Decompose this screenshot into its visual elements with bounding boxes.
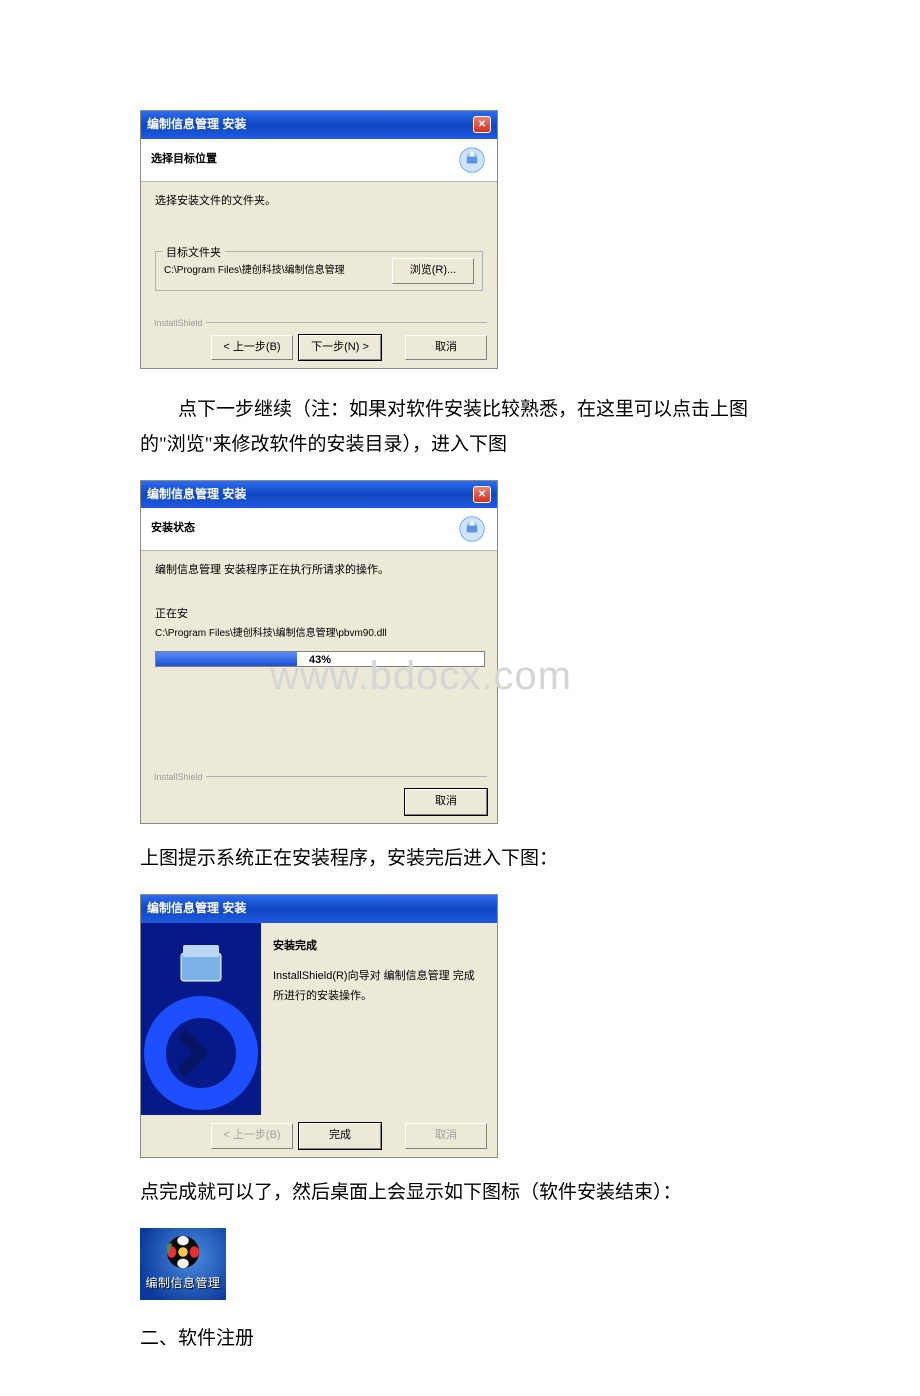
install-path: C:\Program Files\捷创科技\编制信息管理	[164, 262, 345, 280]
cancel-button[interactable]: 取消	[405, 789, 487, 815]
instruction-para-2: 上图提示系统正在安装程序，安装完后进入下图：	[140, 842, 780, 876]
window-title: 编制信息管理 安装	[147, 484, 246, 506]
complete-heading: 安装完成	[273, 937, 485, 957]
dialog-body: 安装完成 InstallShield(R)向导对 编制信息管理 完成所进行的安装…	[261, 923, 497, 1115]
dialog-header: 选择目标位置	[141, 139, 497, 182]
divider: InstallShield	[151, 776, 487, 777]
back-button[interactable]: < 上一步(B)	[211, 335, 293, 361]
progress-fill	[156, 652, 297, 666]
install-dialog-progress: 编制信息管理 安装 ✕ 安装状态 编制信息管理 安装程序正在执行所请求的操作。 …	[140, 480, 498, 824]
instruction-para-1: 点下一步继续（注：如果对软件安装比较熟悉，在这里可以点击上图的"浏览"来修改软件…	[140, 393, 780, 461]
progress-bar: 43%	[155, 651, 485, 667]
wizard-banner-image	[141, 923, 261, 1115]
back-button: < 上一步(B)	[211, 1123, 293, 1149]
cancel-button[interactable]: 取消	[405, 335, 487, 361]
target-folder-fieldset: 目标文件夹 C:\Program Files\捷创科技\编制信息管理 浏览(R)…	[155, 251, 483, 291]
close-icon[interactable]: ✕	[473, 486, 491, 503]
dialog-footer: < 上一步(B) 完成 取消	[141, 1115, 497, 1157]
current-file-path: C:\Program Files\捷创科技\编制信息管理\pbvm90.dll	[155, 625, 483, 643]
app-icon	[164, 1233, 202, 1271]
dialog-body: 选择安装文件的文件夹。 目标文件夹 C:\Program Files\捷创科技\…	[141, 182, 497, 322]
divider: InstallShield	[151, 322, 487, 323]
fieldset-label: 目标文件夹	[162, 244, 225, 264]
shortcut-label: 编制信息管理	[145, 1273, 220, 1295]
browse-button[interactable]: 浏览(R)...	[392, 258, 474, 284]
dialog-heading: 安装状态	[151, 519, 195, 539]
close-icon[interactable]: ✕	[473, 116, 491, 133]
desktop-shortcut[interactable]: 编制信息管理	[140, 1228, 226, 1300]
section-2-heading: 二、软件注册	[140, 1322, 780, 1356]
next-button[interactable]: 下一步(N) >	[299, 335, 381, 361]
window-title: 编制信息管理 安装	[147, 898, 246, 920]
installer-icon	[457, 145, 487, 175]
installing-label: 正在安	[155, 605, 483, 625]
dialog-heading: 选择目标位置	[151, 150, 217, 170]
titlebar: 编制信息管理 安装 ✕	[141, 481, 497, 509]
dialog-main: 安装完成 InstallShield(R)向导对 编制信息管理 完成所进行的安装…	[141, 923, 497, 1115]
dialog-body: 编制信息管理 安装程序正在执行所请求的操作。 正在安 C:\Program Fi…	[141, 551, 497, 726]
dialog-footer: < 上一步(B) 下一步(N) > 取消	[141, 327, 497, 369]
window-title: 编制信息管理 安装	[147, 114, 246, 136]
dialog-header: 安装状态	[141, 508, 497, 551]
body-text: 选择安装文件的文件夹。	[155, 192, 483, 212]
instruction-para-3: 点完成就可以了，然后桌面上会显示如下图标（软件安装结束）：	[140, 1176, 780, 1210]
complete-text: InstallShield(R)向导对 编制信息管理 完成所进行的安装操作。	[273, 967, 485, 1007]
titlebar: 编制信息管理 安装	[141, 895, 497, 923]
installer-icon	[457, 514, 487, 544]
progress-text: 43%	[309, 651, 331, 671]
dialog-footer: 取消	[141, 781, 497, 823]
titlebar: 编制信息管理 安装 ✕	[141, 111, 497, 139]
install-dialog-complete: 编制信息管理 安装 安装完成 InstallShield(R)向导对 编制信息管…	[140, 894, 498, 1157]
finish-button[interactable]: 完成	[299, 1123, 381, 1149]
install-dialog-location: 编制信息管理 安装 ✕ 选择目标位置 选择安装文件的文件夹。 目标文件夹 C:\…	[140, 110, 498, 369]
cancel-button: 取消	[405, 1123, 487, 1149]
status-text: 编制信息管理 安装程序正在执行所请求的操作。	[155, 561, 483, 581]
